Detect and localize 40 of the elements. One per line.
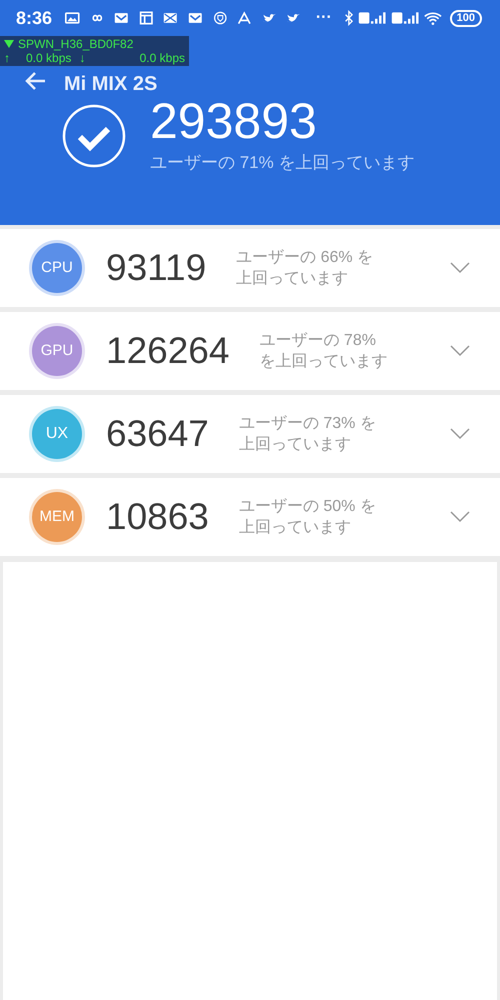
- total-score: 293893: [150, 96, 318, 146]
- category-score: 10863: [106, 495, 209, 540]
- score-row[interactable]: GPU 126264 ユーザーの 78% を上回っています: [0, 312, 500, 390]
- document-icon: [138, 10, 154, 26]
- chevron-down-icon: [450, 345, 470, 357]
- percentile-text: ユーザーの 78% を上回っています: [259, 331, 388, 372]
- upload-rate: 0.0 kbps: [26, 51, 72, 65]
- category-badge: GPU: [32, 326, 82, 376]
- screen-title: Mi MIX 2S: [64, 72, 158, 97]
- category-score: 63647: [106, 412, 209, 456]
- gallery-icon: [65, 10, 80, 26]
- score-row[interactable]: MEM 10863 ユーザーの 50% を 上回っています: [0, 478, 500, 556]
- download-rate: 0.0 kbps: [140, 51, 185, 65]
- category-badge: UX: [32, 409, 82, 459]
- mail-icon: [163, 10, 178, 26]
- chevron-down-icon: [450, 428, 470, 440]
- chevron-down-icon: [450, 511, 470, 523]
- percentile-text: ユーザーの 73% を 上回っています: [238, 414, 376, 455]
- upload-icon: ↑: [4, 51, 10, 65]
- category-badge: CPU: [32, 243, 82, 293]
- category-score: 126264: [106, 329, 230, 374]
- chevron-down-icon: [450, 262, 470, 274]
- score-row[interactable]: UX 63647 ユーザーの 73% を 上回っています: [0, 395, 500, 473]
- check-icon: [62, 104, 126, 168]
- percentile-text: ユーザーの 50% を 上回っています: [238, 497, 376, 538]
- score-row[interactable]: CPU 93119 ユーザーの 66% を 上回っています: [0, 229, 500, 307]
- mail-icon: [114, 10, 129, 26]
- category-badge: MEM: [32, 492, 82, 542]
- percentile-text: ユーザーの 66% を 上回っています: [236, 248, 374, 289]
- percentile-text: ユーザーの 71% を上回っています: [150, 152, 414, 174]
- shield-icon: [212, 10, 228, 26]
- download-icon: ↓: [79, 51, 86, 65]
- network-name: SPWN_H36_BD0F82: [18, 37, 134, 51]
- back-icon: [24, 71, 46, 91]
- bluetooth-icon: [344, 9, 354, 27]
- more-icon: ···: [316, 6, 332, 30]
- battery-icon: 100: [450, 10, 482, 26]
- clock-text: 8:36: [16, 6, 52, 30]
- category-score: 93119: [106, 246, 206, 290]
- mail-icon: [188, 10, 202, 26]
